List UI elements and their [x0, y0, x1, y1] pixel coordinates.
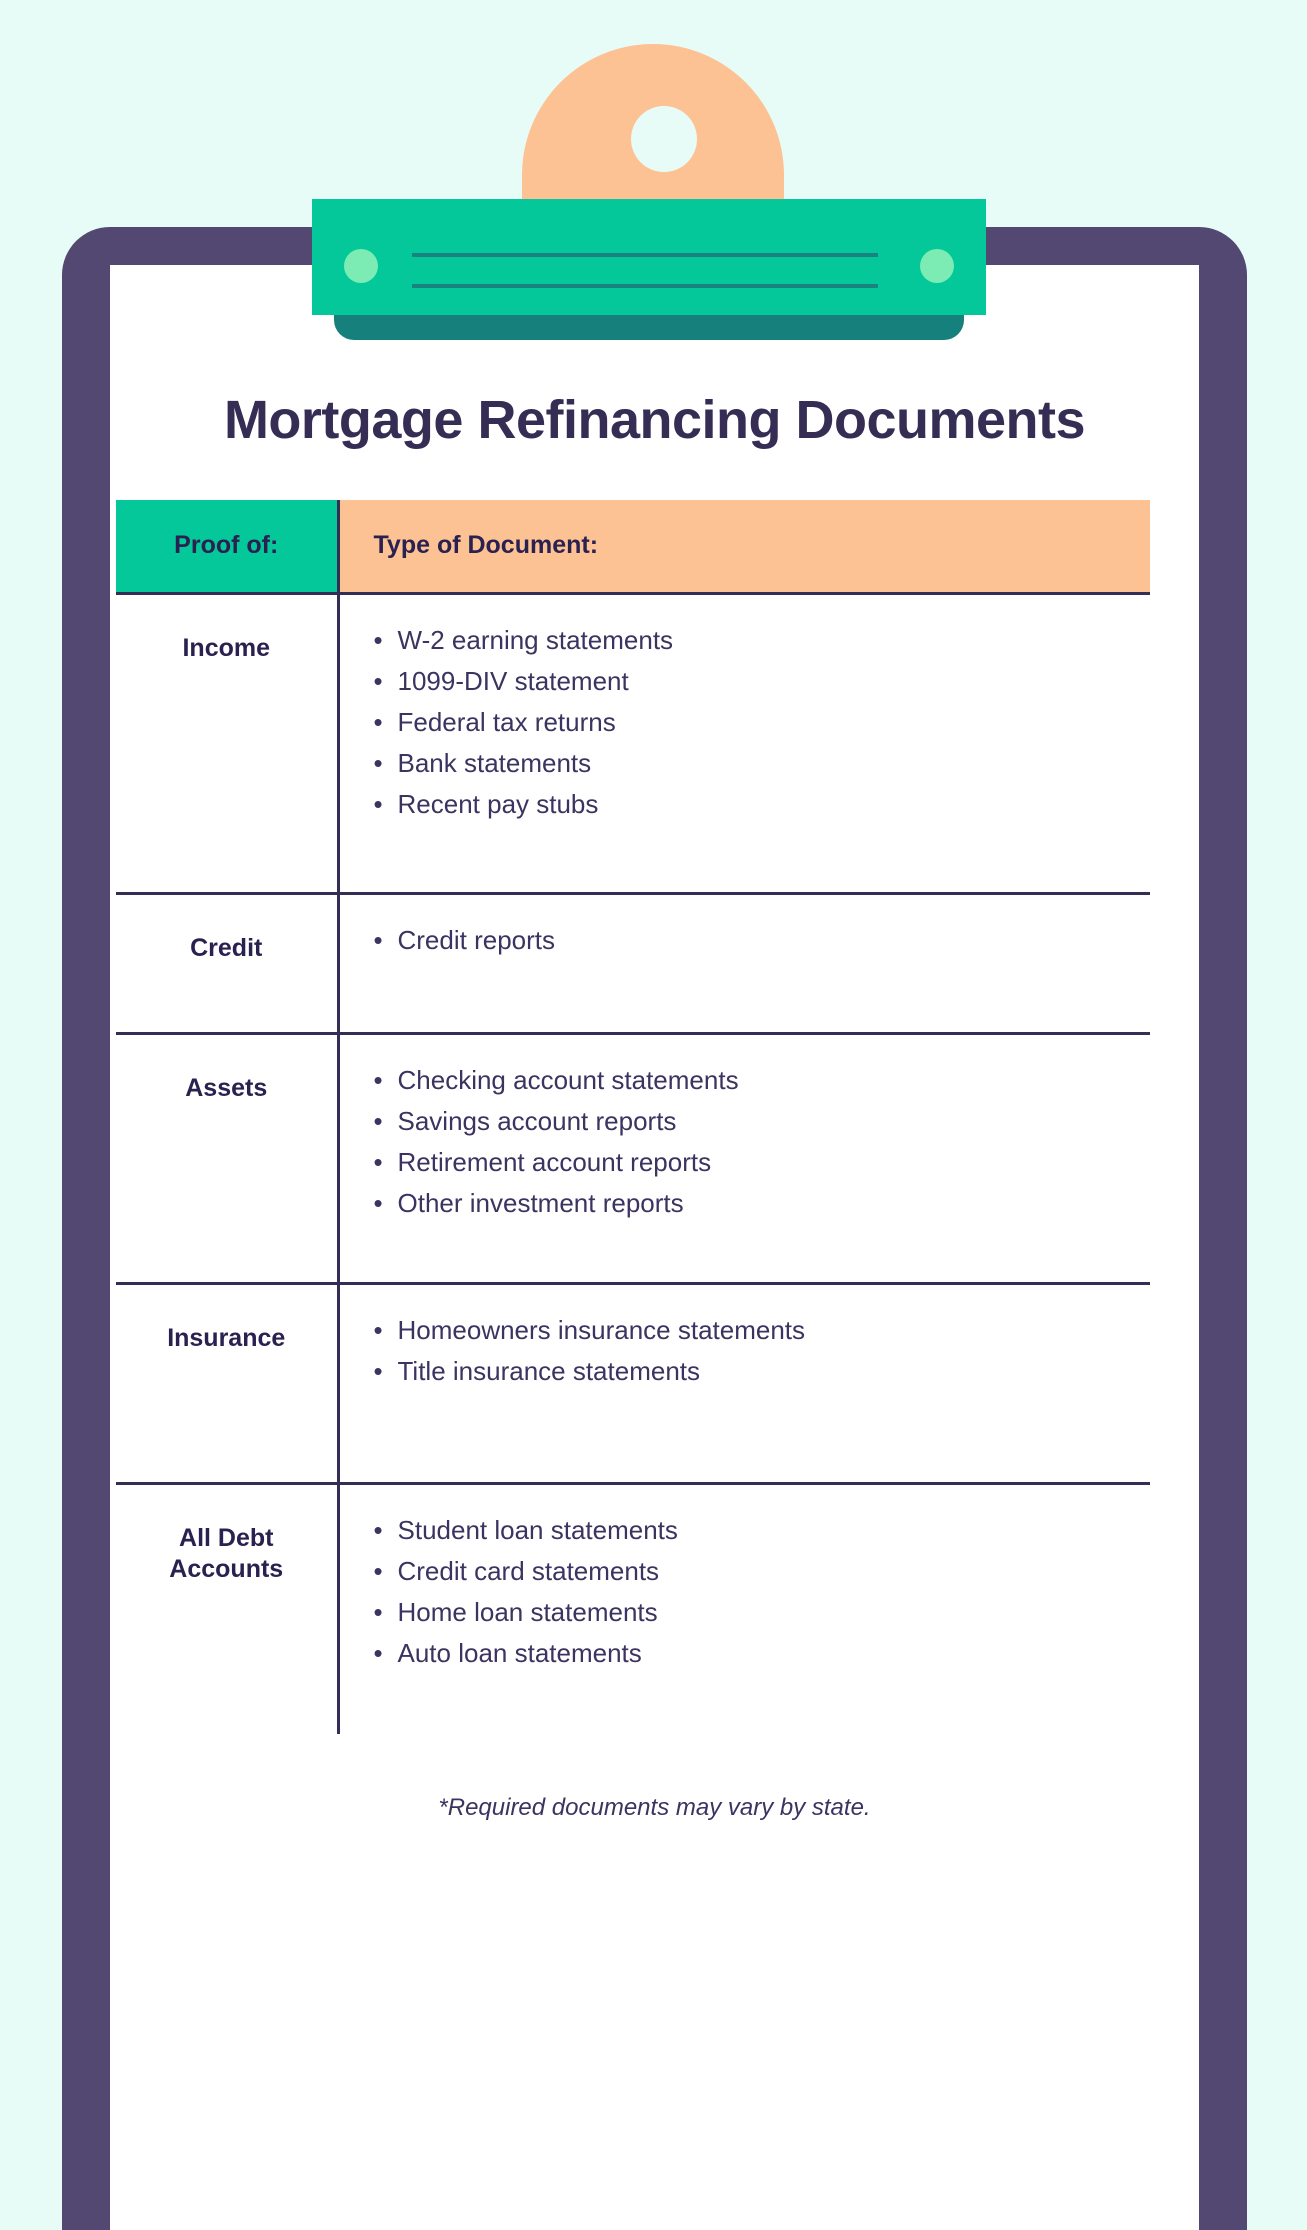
- list-item: Student loan statements: [374, 1517, 1151, 1558]
- list-item: Savings account reports: [374, 1108, 1151, 1149]
- table-row: Assets Checking account statements Savin…: [116, 1033, 1151, 1286]
- infographic-content: Mortgage Refinancing Documents Proof of:…: [110, 265, 1199, 1822]
- row-documents-credit: Credit reports: [338, 893, 1151, 1036]
- document-list: W-2 earning statements 1099-DIV statemen…: [374, 627, 1151, 817]
- list-item: Auto loan statements: [374, 1640, 1151, 1666]
- row-documents-all-debt-accounts: Student loan statements Credit card stat…: [338, 1484, 1150, 1734]
- list-item: Title insurance statements: [374, 1358, 1151, 1384]
- document-list: Student loan statements Credit card stat…: [374, 1517, 1151, 1666]
- clipboard-clip-ring-hole: [631, 106, 697, 172]
- list-item: Checking account statements: [374, 1067, 1151, 1108]
- table-row: All Debt Accounts Student loan statement…: [116, 1483, 1150, 1734]
- table-row: Income W-2 earning statements 1099-DIV s…: [116, 593, 1151, 896]
- document-list: Checking account statements Savings acco…: [374, 1067, 1151, 1216]
- page-title: Mortgage Refinancing Documents: [223, 390, 1086, 450]
- list-item: Retirement account reports: [374, 1149, 1151, 1190]
- row-documents-insurance: Homeowners insurance statements Title in…: [338, 1283, 1151, 1486]
- table-row: Insurance Homeowners insurance statement…: [116, 1283, 1151, 1486]
- column-header-type: Type of Document:: [338, 499, 1150, 596]
- list-item: Recent pay stubs: [374, 791, 1151, 817]
- list-item: 1099-DIV statement: [374, 668, 1151, 709]
- list-item: Homeowners insurance statements: [374, 1317, 1151, 1358]
- footnote: *Required documents may vary by state.: [438, 1793, 871, 1821]
- list-item: Other investment reports: [374, 1190, 1151, 1216]
- clip-line-top: [412, 253, 878, 257]
- row-label-income: Income: [116, 593, 340, 896]
- row-label-assets: Assets: [116, 1033, 340, 1286]
- list-item: Credit card statements: [374, 1558, 1151, 1599]
- document-list: Credit reports: [374, 927, 1151, 953]
- row-documents-income: W-2 earning statements 1099-DIV statemen…: [338, 593, 1151, 896]
- row-label-insurance: Insurance: [116, 1283, 340, 1486]
- list-item: Bank statements: [374, 750, 1151, 791]
- table-body: Income W-2 earning statements 1099-DIV s…: [116, 593, 1151, 1734]
- documents-table: Proof of: Type of Document: Income W-2 e…: [116, 499, 1151, 1734]
- list-item: Credit reports: [374, 927, 1151, 953]
- row-label-all-debt-accounts: All Debt Accounts: [116, 1483, 340, 1734]
- row-label-credit: Credit: [116, 893, 340, 1036]
- list-item: Home loan statements: [374, 1599, 1151, 1640]
- column-header-proof: Proof of:: [116, 499, 340, 596]
- table-row: Credit Credit reports: [116, 893, 1151, 1036]
- list-item: Federal tax returns: [374, 709, 1151, 750]
- row-documents-assets: Checking account statements Savings acco…: [338, 1033, 1151, 1286]
- table-header-row: Proof of: Type of Document:: [116, 499, 1150, 596]
- list-item: W-2 earning statements: [374, 627, 1151, 668]
- document-list: Homeowners insurance statements Title in…: [374, 1317, 1151, 1384]
